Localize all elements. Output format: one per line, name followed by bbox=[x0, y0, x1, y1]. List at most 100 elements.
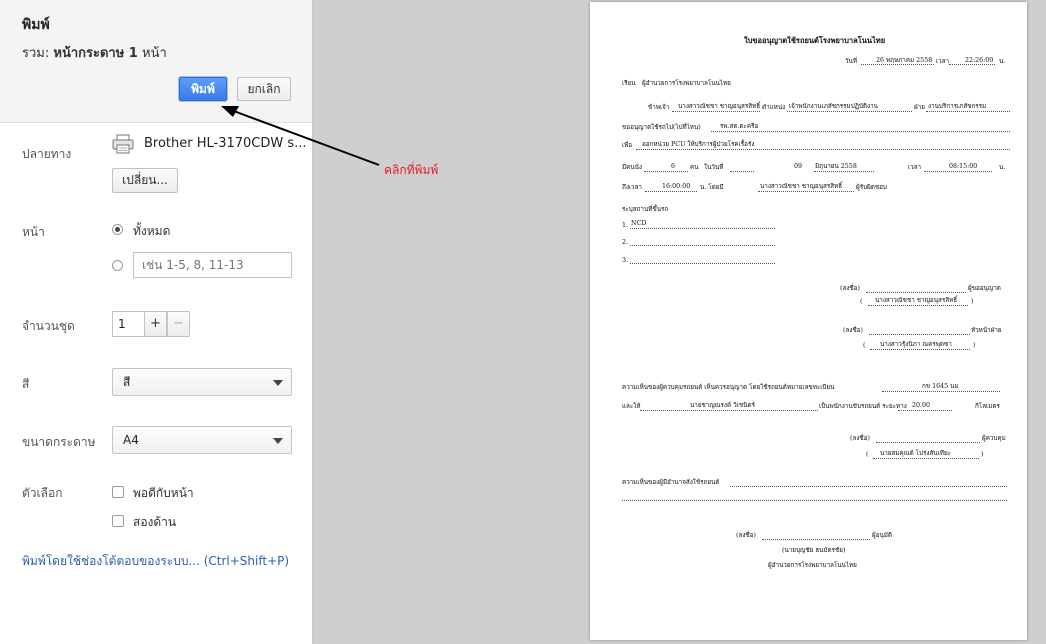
cancel-button[interactable]: ยกเลิก bbox=[237, 77, 291, 101]
fit-to-page-label: พอดีกับหน้า bbox=[133, 486, 194, 500]
color-label: สี bbox=[22, 377, 30, 391]
doc-month-year: มิถุนายน 2558 bbox=[815, 163, 857, 170]
doc-dept-prefix: ฝ่าย bbox=[914, 104, 925, 111]
copies-label: จำนวนชุด bbox=[22, 319, 75, 333]
doc-on-date-prefix: ในวันที่ bbox=[704, 164, 724, 171]
doc-distance-suffix: กิโลเมตร bbox=[975, 403, 1000, 410]
doc-go-prefix: ขออนุญาตใช้รถไป(ไปที่ไหน) bbox=[622, 124, 701, 131]
doc-approver-role: ผู้อนุมัติ bbox=[872, 532, 893, 539]
summary-prefix: รวม: bbox=[22, 46, 50, 61]
printer-name: Brother HL-3170CDW s... bbox=[144, 136, 307, 151]
doc-count-suffix: คน bbox=[690, 164, 699, 171]
doc-controller-sign-close: ) bbox=[981, 451, 984, 458]
doc-supervisor: นางสาวณัชชา ชาญอนุสรสิทธิ์ bbox=[760, 183, 843, 190]
doc-head-sign: นางสาวรุ้งนิภา ณครพุดซา bbox=[880, 341, 952, 348]
pages-label: หน้า bbox=[22, 225, 45, 239]
doc-purpose-prefix: เพื่อ bbox=[622, 142, 633, 149]
doc-department: งานบริการเภสัชกรรม bbox=[928, 103, 987, 110]
doc-requester: นางสาวณัชชา ชาญอนุสรสิทธิ์ bbox=[678, 103, 761, 110]
doc-end-prefix: ถึงเวลา bbox=[622, 184, 642, 191]
chevron-down-icon bbox=[273, 438, 283, 444]
doc-count-prefix: มีคนนั่ง bbox=[622, 164, 643, 171]
copies-input[interactable]: 1 bbox=[112, 311, 145, 337]
doc-sign-4-prefix: (ลงชื่อ) bbox=[736, 532, 756, 539]
doc-controller-sign-open: ( bbox=[866, 451, 869, 458]
doc-time-suffix: น. bbox=[999, 58, 1006, 65]
doc-driver-mid: เป็นพนักงานขับรถยนต์ ระยะทาง bbox=[819, 403, 907, 410]
doc-day: 09 bbox=[794, 163, 803, 170]
doc-sign-2-prefix: (ลงชื่อ) bbox=[843, 327, 863, 334]
chevron-down-icon bbox=[273, 380, 283, 386]
doc-approver-name: (นายบุญชัย ธนบัตรชัย) bbox=[782, 547, 846, 554]
doc-end-time: 16:00:00 bbox=[662, 183, 691, 190]
doc-end-suffix: น. โดยมี bbox=[700, 184, 724, 191]
doc-start-prefix: เวลา bbox=[908, 164, 922, 171]
doc-place-2-num: 2. bbox=[622, 239, 629, 246]
summary-suffix: หน้า bbox=[142, 46, 167, 61]
doc-requester-sign: นางสาวณัชชา ชาญอนุสรสิทธิ์ bbox=[875, 297, 958, 304]
copies-increment-button[interactable]: + bbox=[144, 311, 167, 337]
pages-all-label: ทั้งหมด bbox=[133, 224, 171, 238]
doc-date-prefix: วันที่ bbox=[845, 58, 857, 65]
doc-to: ผู้อำนวยการโรงพยาบาลโนนไทย bbox=[642, 80, 731, 87]
print-settings-panel: พิมพ์ รวม: หน้ากระดาษ 1 หน้า พิมพ์ ยกเลิ… bbox=[0, 0, 313, 644]
doc-destination: รพ.สต.ดะครือ bbox=[720, 123, 759, 130]
two-sided-checkbox[interactable] bbox=[112, 515, 124, 527]
fit-to-page-checkbox[interactable] bbox=[112, 486, 124, 498]
paper-size-value: A4 bbox=[123, 433, 139, 447]
paper-size-select[interactable]: A4 bbox=[112, 426, 292, 454]
doc-supervisor-role: ผู้รับผิดชอบ bbox=[856, 184, 887, 191]
print-preview-page: ใบขออนุญาตใช้รถยนต์โรงพยาบาลโนนไทย วันที… bbox=[590, 2, 1027, 640]
doc-plate: กข 1645 นม bbox=[922, 383, 959, 390]
destination-label: ปลายทาง bbox=[22, 147, 72, 161]
print-dialog-header: พิมพ์ รวม: หน้ากระดาษ 1 หน้า พิมพ์ ยกเลิ… bbox=[0, 0, 312, 123]
copies-decrement-button[interactable]: − bbox=[167, 311, 190, 337]
page-range-input[interactable] bbox=[133, 252, 292, 278]
doc-place-1-num: 1. bbox=[622, 222, 629, 229]
doc-requester-role: ผู้ขออนุญาต bbox=[968, 285, 1001, 292]
doc-sign-1-prefix: (ลงชื่อ) bbox=[840, 285, 860, 292]
doc-start-suffix: น. bbox=[999, 164, 1006, 171]
doc-head-sign-close: ) bbox=[973, 342, 976, 349]
pages-range-radio[interactable] bbox=[112, 260, 123, 271]
doc-to-label: เรียน bbox=[622, 80, 636, 87]
doc-purpose: ออกหน่วย PCU ให้บริการผู้ป่วยโรคเรื้อรัง bbox=[642, 141, 755, 148]
system-dialog-link[interactable]: พิมพ์โดยใช้ช่องโต้ตอบของระบบ... (Ctrl+Sh… bbox=[22, 552, 289, 571]
doc-place-3-num: 3. bbox=[622, 257, 629, 264]
printer-icon bbox=[112, 134, 134, 154]
paper-size-label: ขนาดกระดาษ bbox=[22, 435, 96, 449]
print-button[interactable]: พิมพ์ bbox=[179, 77, 227, 101]
doc-head-role: หัวหน้าฝ่าย bbox=[971, 327, 1002, 334]
doc-passengers: 6 bbox=[671, 163, 676, 170]
options-label: ตัวเลือก bbox=[22, 486, 63, 500]
color-select[interactable]: สี bbox=[112, 368, 292, 396]
color-select-value: สี bbox=[123, 375, 131, 389]
change-destination-button[interactable]: เปลี่ยน... bbox=[112, 168, 178, 193]
doc-requester-sign-close: ) bbox=[971, 298, 974, 305]
doc-place-1: NCD bbox=[631, 220, 647, 227]
doc-time: 22:26:00 bbox=[965, 57, 994, 64]
doc-start-time: 08:15:00 bbox=[949, 163, 978, 170]
two-sided-label: สองด้าน bbox=[133, 515, 177, 529]
doc-date: 26 พฤษภาคม 2558 bbox=[876, 57, 933, 64]
click-print-annotation: คลิกที่พิมพ์ bbox=[384, 163, 439, 177]
pages-all-radio[interactable] bbox=[112, 224, 123, 235]
doc-position: เจ้าพนักงานเภสัชกรรมปฏิบัติงาน bbox=[789, 103, 878, 110]
doc-opinion-2: ความเห็นของผู้มีอำนาจสั่งใช้รถยนต์ bbox=[622, 479, 720, 486]
dialog-title: พิมพ์ bbox=[22, 17, 50, 33]
doc-controller-role: ผู้ควบคุม bbox=[982, 435, 1006, 442]
doc-driver-prefix: และให้ bbox=[622, 403, 641, 410]
doc-opinion-1: ความเห็นของผู้ควบคุมรถยนต์ เห็นควรอนุญาต… bbox=[622, 384, 835, 391]
doc-places-heading: ระบุสถานที่ขึ้นรถ bbox=[622, 206, 669, 213]
doc-approver-title: ผู้อำนวยการโรงพยาบาลโนนไทย bbox=[768, 562, 857, 569]
doc-sign-3-prefix: (ลงชื่อ) bbox=[850, 435, 870, 442]
doc-distance: 20.00 bbox=[912, 402, 931, 409]
doc-name-prefix: ข้าพเจ้า bbox=[648, 104, 670, 111]
doc-head-sign-open: ( bbox=[863, 342, 866, 349]
doc-title: ใบขออนุญาตใช้รถยนต์โรงพยาบาลโนนไทย bbox=[744, 36, 886, 45]
doc-requester-sign-open: ( bbox=[860, 298, 863, 305]
page-summary: รวม: หน้ากระดาษ 1 หน้า bbox=[22, 42, 167, 63]
doc-controller-sign: นายสมคุณต์ โปร่งสันเทียะ bbox=[880, 450, 952, 457]
doc-driver: นายชาญณรงค์ วิเชนิตร์ bbox=[690, 402, 755, 409]
doc-time-prefix: เวลา bbox=[936, 58, 950, 65]
